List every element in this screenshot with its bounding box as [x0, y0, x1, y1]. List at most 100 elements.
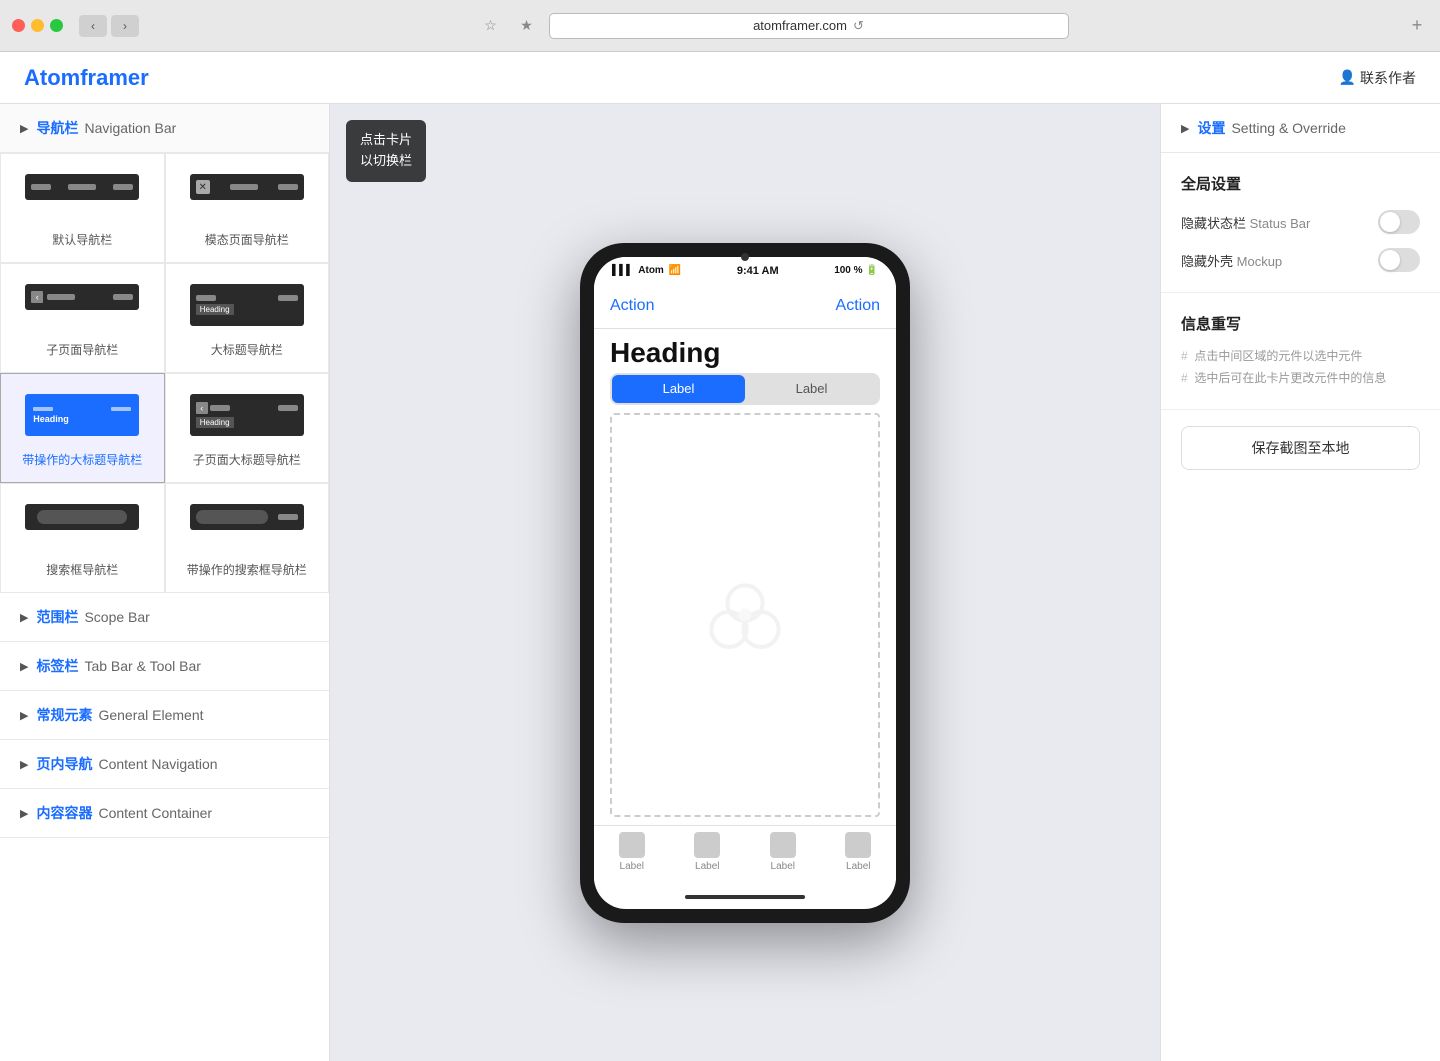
search-action-nav-preview-bar	[190, 504, 304, 530]
phone-home-indicator	[594, 885, 896, 909]
hint-line1: # 点击中间区域的元件以选中元件	[1181, 346, 1420, 368]
preview-segment-right	[113, 184, 133, 190]
sidebar-section-content-nav[interactable]: ▶ 页内导航 Content Navigation	[0, 740, 329, 789]
reading-list-icon[interactable]: ★	[513, 15, 541, 37]
content-container-title-cn: 内容容器	[36, 803, 92, 823]
segment-btn-2[interactable]: Label	[745, 375, 878, 403]
tab-item-4[interactable]: Label	[821, 832, 897, 872]
preview-sub-right	[113, 294, 133, 300]
tab-item-3[interactable]: Label	[745, 832, 821, 872]
content-nav-title-en: Content Navigation	[98, 756, 217, 772]
segment-btn-1[interactable]: Label	[612, 375, 745, 403]
preview-segment-center	[68, 184, 96, 190]
tooltip-card: 点击卡片 以切换栏	[346, 120, 426, 182]
minimize-button[interactable]	[31, 19, 44, 32]
forward-button[interactable]: ›	[111, 15, 139, 37]
nav-card-default-preview	[17, 174, 148, 200]
back-button[interactable]: ‹	[79, 15, 107, 37]
preview-blue-left	[33, 407, 53, 411]
mockup-toggle[interactable]	[1378, 248, 1420, 272]
reload-button[interactable]: ↺	[853, 18, 864, 34]
nav-card-sub-preview: ‹	[17, 284, 148, 310]
phone-heading: Heading	[594, 329, 896, 373]
settings-title-cn: 设置	[1197, 118, 1225, 138]
phone-content-area[interactable]	[610, 413, 880, 817]
nav-card-search-action-label: 带操作的搜索框导航栏	[187, 561, 307, 578]
nav-card-sub-large-title-label: 子页面大标题导航栏	[193, 451, 301, 468]
browser-chrome: ‹ › ☆ ★ atomframer.com ↺ +	[0, 0, 1440, 52]
nav-card-sub[interactable]: ‹ 子页面导航栏	[0, 263, 165, 373]
search-box-sm-preview	[196, 510, 268, 524]
close-button[interactable]	[12, 19, 25, 32]
nav-card-sub-large-title[interactable]: ‹ Heading 子页面大标题导航栏	[165, 373, 330, 483]
toggle-thumb-status	[1380, 212, 1400, 232]
sub-large-title-preview-bar: ‹ Heading	[190, 394, 304, 436]
hint-line2: # 选中后可在此卡片更改元件中的信息	[1181, 368, 1420, 390]
nav-card-modal[interactable]: ✕ 模态页面导航栏	[165, 153, 330, 263]
save-screenshot-button[interactable]: 保存截图至本地	[1181, 426, 1420, 470]
scope-arrow-icon: ▶	[20, 611, 28, 624]
tab-item-1[interactable]: Label	[594, 832, 670, 872]
tab-bar-arrow-icon: ▶	[20, 660, 28, 673]
tab-icon-4	[845, 832, 871, 858]
nav-card-blue-heading-label: 带操作的大标题导航栏	[22, 451, 142, 468]
sidebar-section-navigation-bar[interactable]: ▶ 导航栏 Navigation Bar	[0, 104, 329, 153]
main-layout: ▶ 导航栏 Navigation Bar 默认导航栏	[0, 104, 1440, 1061]
right-panel-arrow-icon: ▶	[1181, 122, 1189, 135]
home-indicator-bar	[685, 895, 805, 899]
section-title-en-nav: Navigation Bar	[84, 120, 176, 136]
preview-slt-heading: Heading	[196, 417, 234, 428]
settings-title-en: Setting & Override	[1231, 120, 1345, 136]
phone-segment-bar: Label Label	[594, 373, 896, 413]
nav-card-search[interactable]: 搜索框导航栏	[0, 483, 165, 593]
settings-row-status-bar: 隐藏状态栏 Status Bar	[1181, 210, 1420, 234]
signal-bars-icon: ▌▌▌	[612, 265, 633, 276]
modal-close-icon: ✕	[196, 180, 210, 194]
tab-label-1: Label	[620, 861, 644, 872]
tab-item-2[interactable]: Label	[670, 832, 746, 872]
back-arrow-icon: ‹	[31, 291, 43, 303]
global-settings-section: 全局设置 隐藏状态栏 Status Bar 隐藏外壳 Mockup	[1161, 153, 1440, 293]
tooltip-line1: 点击卡片	[360, 130, 412, 151]
toggle-thumb-mockup	[1380, 250, 1400, 270]
navbar-action-left[interactable]: Action	[610, 297, 654, 315]
default-nav-preview-bar	[25, 174, 139, 200]
navbar-action-right[interactable]: Action	[836, 297, 880, 315]
sidebar-section-tab-bar[interactable]: ▶ 标签栏 Tab Bar & Tool Bar	[0, 642, 329, 691]
address-bar[interactable]: atomframer.com ↺	[549, 13, 1069, 39]
tab-label-4: Label	[846, 861, 870, 872]
center-canvas: 点击卡片 以切换栏 ▌▌▌ Atom 📶 9:41 AM 100 % 🔋	[330, 104, 1160, 1061]
sidebar-section-scope-bar[interactable]: ▶ 范围栏 Scope Bar	[0, 593, 329, 642]
nav-card-large-title[interactable]: Heading 大标题导航栏	[165, 263, 330, 373]
nav-card-search-action[interactable]: 带操作的搜索框导航栏	[165, 483, 330, 593]
tab-label-2: Label	[695, 861, 719, 872]
contact-link[interactable]: 👤 联系作者	[1339, 68, 1416, 88]
right-panel-header[interactable]: ▶ 设置 Setting & Override	[1161, 104, 1440, 153]
maximize-button[interactable]	[50, 19, 63, 32]
status-bar-label: 隐藏状态栏 Status Bar	[1181, 213, 1310, 232]
tab-icon-2	[694, 832, 720, 858]
add-tab-button[interactable]: +	[1406, 15, 1428, 37]
preview-segment-left	[31, 184, 51, 190]
preview-heading-tag: Heading	[196, 304, 234, 315]
status-right: 100 % 🔋	[834, 265, 878, 276]
search-nav-preview-bar	[25, 504, 139, 530]
preview-modal-right	[278, 184, 298, 190]
app-logo[interactable]: Atomframer	[24, 65, 1339, 91]
scope-title-en: Scope Bar	[84, 609, 149, 625]
info-rewrite-hint: # 点击中间区域的元件以选中元件 # 选中后可在此卡片更改元件中的信息	[1181, 346, 1420, 389]
status-bar-toggle[interactable]	[1378, 210, 1420, 234]
sidebar-section-content-container[interactable]: ▶ 内容容器 Content Container	[0, 789, 329, 838]
nav-card-large-title-label: 大标题导航栏	[211, 341, 283, 358]
sidebar-section-general[interactable]: ▶ 常规元素 General Element	[0, 691, 329, 740]
phone-mockup: ▌▌▌ Atom 📶 9:41 AM 100 % 🔋 Action Action	[580, 243, 910, 923]
status-time: 9:41 AM	[737, 265, 779, 277]
general-title-cn: 常规元素	[36, 705, 92, 725]
settings-row-mockup: 隐藏外壳 Mockup	[1181, 248, 1420, 272]
nav-card-blue-heading[interactable]: Heading 带操作的大标题导航栏	[0, 373, 165, 483]
bookmark-icon[interactable]: ☆	[477, 15, 505, 37]
preview-lt-left	[196, 295, 216, 301]
watermark-logo	[705, 575, 785, 655]
large-title-nav-preview-bar: Heading	[190, 284, 304, 326]
nav-card-default[interactable]: 默认导航栏	[0, 153, 165, 263]
